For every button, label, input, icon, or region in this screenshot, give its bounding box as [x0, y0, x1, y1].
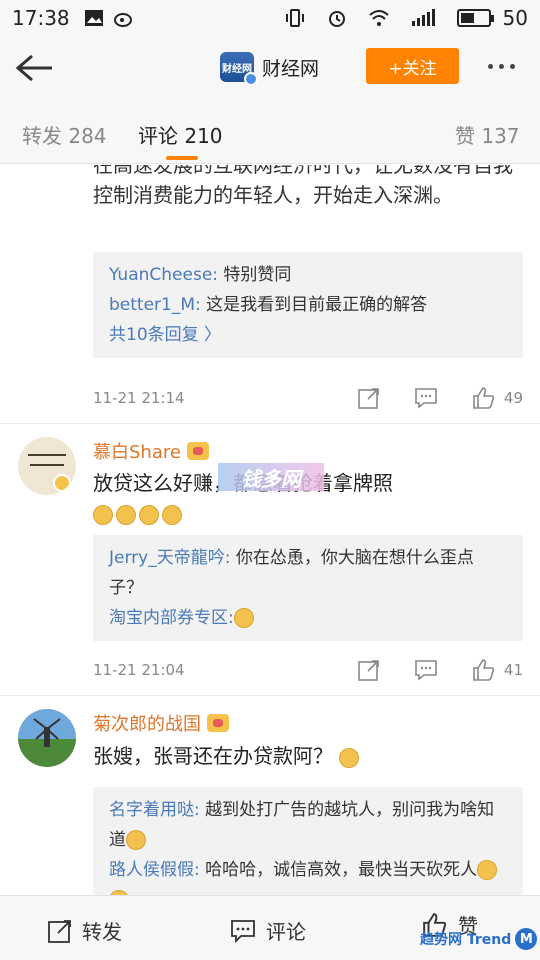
comment-time: 11-21 21:04: [93, 661, 185, 679]
divider: [0, 423, 540, 424]
repost-button[interactable]: 转发: [48, 916, 122, 945]
follow-button[interactable]: +关注: [366, 48, 459, 84]
tab-comments[interactable]: 评论 210: [138, 120, 223, 149]
comment-feed[interactable]: 在高速发展的互联网经济时代，让无数没有自我控制消费能力的年轻人，开始走入深渊。 …: [0, 165, 540, 895]
tab-reposts[interactable]: 转发 284: [22, 120, 107, 149]
reply-item: 淘宝内部券专区:: [109, 603, 507, 633]
doge-emoji-icon: [162, 504, 182, 525]
verified-badge-icon: [244, 72, 258, 86]
thumbs-up-icon: [473, 659, 495, 681]
emoji-icon: [233, 608, 254, 628]
reply-username[interactable]: better1_M:: [109, 295, 201, 315]
comment-icon[interactable]: [414, 659, 438, 681]
status-bar: 17:38 50: [0, 0, 540, 36]
doge-emoji-icon: [126, 830, 146, 850]
account-logo: 财经网: [220, 52, 258, 86]
reply-box[interactable]: Jerry_天帝龍吟: 你在怂恿，你大脑在想什么歪点子？ 淘宝内部券专区:: [93, 535, 523, 641]
comment-username[interactable]: 菊次郎的战国: [93, 710, 229, 736]
view-more-replies-link[interactable]: 共10条回复 〉: [109, 320, 507, 350]
comment-text: 在高速发展的互联网经济时代，让无数没有自我控制消费能力的年轻人，开始走入深渊。: [93, 165, 513, 207]
reply-item: 路人侯假假: 哈哈哈，诚信高效，最快当天砍死人: [109, 855, 507, 895]
vip-crown-icon: [207, 714, 229, 732]
weibo-notification-icon: [113, 13, 132, 27]
cat-emoji-icon: [339, 747, 360, 768]
status-time: 17:38: [12, 6, 70, 30]
watermark-logo: 钱多网: [218, 463, 324, 491]
reply-username[interactable]: 淘宝内部券专区:: [109, 608, 234, 628]
trend-logo-icon: M: [515, 928, 538, 950]
back-arrow-icon[interactable]: [14, 52, 54, 84]
reply-username[interactable]: 名字着用哒:: [109, 800, 200, 820]
more-options-icon[interactable]: [488, 64, 515, 69]
battery-level: 50: [502, 6, 528, 30]
alarm-icon: [328, 11, 345, 27]
reply-username[interactable]: Jerry_天帝龍吟:: [109, 548, 230, 568]
bottom-action-bar: 转发 评论 赞 趋势网 Trend M: [0, 895, 540, 960]
account-name: 财经网: [262, 57, 320, 80]
reply-username[interactable]: 路人侯假假:: [109, 860, 200, 880]
reply-username[interactable]: YuanCheese:: [109, 265, 218, 285]
reply-item: Jerry_天帝龍吟: 你在怂恿，你大脑在想什么歪点子？: [109, 548, 474, 598]
comment-meta: 11-21 21:14 49: [93, 383, 523, 413]
doge-emoji-icon: [477, 860, 498, 880]
reply-item: YuanCheese: 特别赞同: [109, 265, 292, 285]
reply-item: better1_M: 这是我看到目前最正确的解答: [109, 295, 428, 315]
vibrate-icon: [285, 9, 304, 27]
repost-icon: [48, 919, 71, 943]
avatar[interactable]: [18, 437, 76, 495]
account-title[interactable]: 财经网 财经网: [220, 52, 320, 86]
like-button[interactable]: 41: [472, 658, 523, 682]
wifi-icon: [368, 10, 389, 26]
doge-emoji-icon: [93, 504, 113, 525]
signal-icon: [411, 9, 435, 26]
battery-icon: [456, 9, 494, 27]
reply-item: 名字着用哒: 越到处打广告的越坑人，别问我为啥知道: [109, 800, 495, 850]
comment-meta: 11-21 21:04 41: [93, 655, 523, 685]
thumbs-up-icon: [473, 387, 495, 409]
trend-watermark: 趋势网 Trend M: [420, 928, 538, 950]
comment-icon: [231, 919, 255, 943]
image-notification-icon: [84, 10, 103, 26]
tab-likes[interactable]: 赞 137: [455, 120, 520, 149]
comment-username[interactable]: 慕白Share: [93, 438, 209, 464]
avatar[interactable]: [18, 709, 76, 767]
comment-time: 11-21 21:14: [93, 389, 185, 407]
divider: [0, 695, 540, 696]
active-tab-indicator: [166, 156, 198, 160]
reply-box[interactable]: 名字着用哒: 越到处打广告的越坑人，别问我为啥知道 路人侯假假: 哈哈哈，诚信高…: [93, 787, 523, 895]
share-icon[interactable]: [358, 659, 380, 681]
reply-box[interactable]: YuanCheese: 特别赞同 better1_M: 这是我看到目前最正确的解…: [93, 252, 523, 358]
title-bar: 财经网 财经网 +关注: [0, 36, 540, 100]
comment-icon[interactable]: [414, 387, 438, 409]
vip-crown-icon: [186, 442, 209, 460]
comment-button[interactable]: 评论: [230, 916, 306, 945]
like-count: 49: [503, 389, 523, 407]
tab-bar: 转发 284 评论 210 赞 137: [0, 100, 540, 164]
doge-emoji-icon: [116, 504, 136, 525]
comment-text: 张嫂，张哥还在办贷款阿？: [93, 741, 513, 771]
share-icon[interactable]: [358, 387, 380, 409]
like-count: 41: [503, 661, 523, 679]
doge-emoji-icon: [139, 504, 159, 525]
like-button[interactable]: 49: [472, 386, 523, 410]
